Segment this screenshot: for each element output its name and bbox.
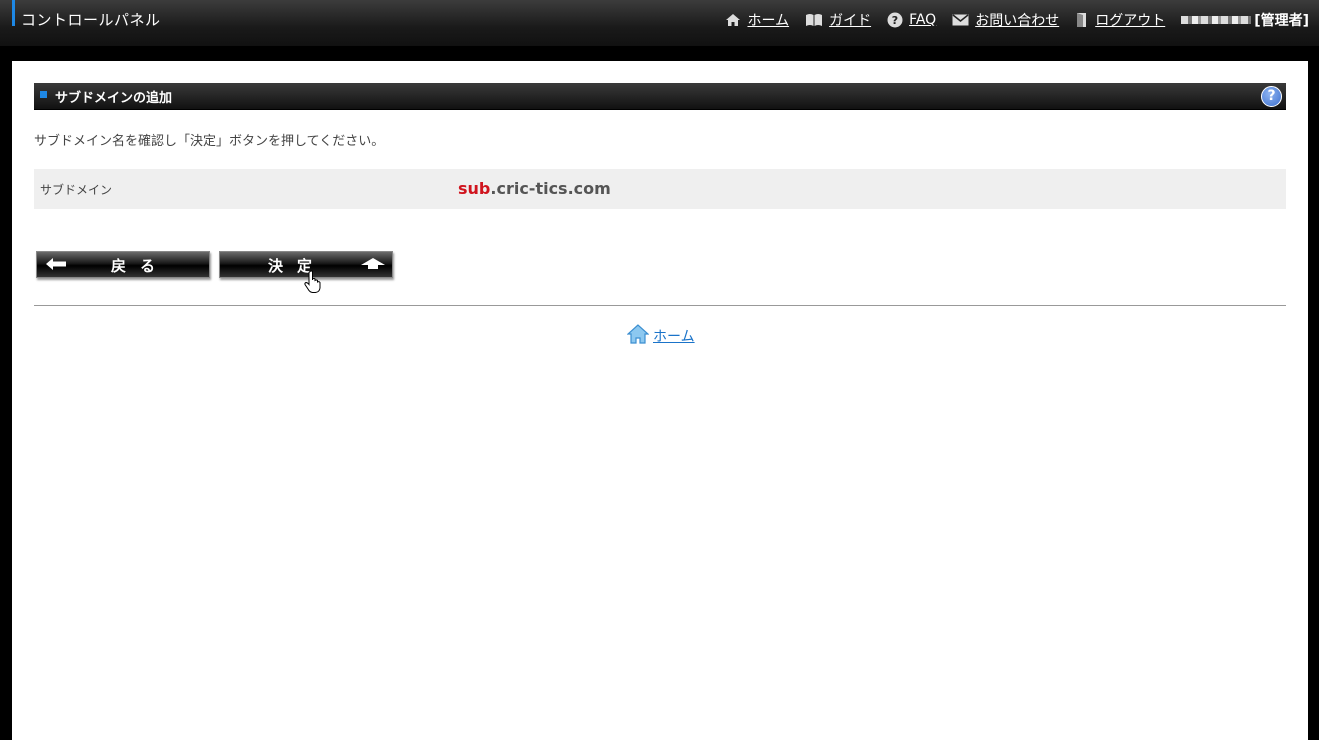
nav-faq-label: FAQ: [909, 12, 937, 28]
title-accent: [12, 0, 15, 26]
footer-home-label: ホーム: [653, 329, 695, 345]
subdomain-value: sub.cric-tics.com: [458, 179, 611, 198]
nav-guide[interactable]: ガイド: [805, 10, 871, 30]
home-icon: [626, 324, 650, 348]
mail-icon: [952, 14, 969, 26]
confirm-row: サブドメイン sub.cric-tics.com: [34, 169, 1286, 209]
hand-cursor-icon: [304, 270, 322, 298]
home-icon: [725, 13, 741, 27]
help-button[interactable]: ?: [1261, 86, 1282, 107]
top-bar: コントロールパネル ホーム ガイド ? FAQ お問い合わせ ログアウト [管理…: [0, 0, 1319, 46]
nav-home[interactable]: ホーム: [725, 10, 789, 30]
door-icon: [1075, 12, 1089, 28]
nav-logout[interactable]: ログアウト: [1075, 10, 1165, 30]
nav-logout-label: ログアウト: [1095, 13, 1166, 29]
arrow-up-icon: [360, 257, 386, 275]
user-role: [管理者]: [1254, 13, 1309, 29]
domain-suffix: .cric-tics.com: [490, 179, 611, 198]
section-heading: サブドメインの追加 ?: [34, 83, 1286, 110]
question-icon: ?: [887, 12, 903, 28]
svg-text:?: ?: [892, 14, 898, 27]
subdomain-label: サブドメイン: [40, 183, 113, 197]
nav-contact-label: お問い合わせ: [975, 13, 1060, 29]
app-title: コントロールパネル: [21, 11, 161, 29]
divider: [34, 305, 1286, 306]
back-button-label: 戻る: [111, 257, 170, 275]
instruction-text: サブドメイン名を確認し「決定」ボタンを押してください。: [34, 134, 385, 149]
nav-faq[interactable]: ? FAQ: [887, 12, 936, 28]
main-panel: サブドメインの追加 ? サブドメイン名を確認し「決定」ボタンを押してください。 …: [12, 61, 1308, 740]
section-title: サブドメインの追加: [55, 91, 173, 106]
nav-home-label: ホーム: [747, 13, 790, 29]
user-info: [管理者]: [1181, 10, 1309, 30]
subdomain-prefix: sub: [458, 179, 491, 198]
book-icon: [805, 13, 823, 27]
nav-contact[interactable]: お問い合わせ: [952, 10, 1059, 30]
footer-home-link[interactable]: ホーム: [626, 324, 695, 348]
top-nav: ホーム ガイド ? FAQ お問い合わせ ログアウト [管理者]: [709, 10, 1309, 30]
back-button[interactable]: 戻る: [36, 251, 210, 278]
heading-bullet: [40, 91, 47, 98]
nav-guide-label: ガイド: [829, 13, 872, 29]
arrow-left-icon: [45, 257, 67, 275]
user-name-redacted: [1181, 16, 1252, 24]
